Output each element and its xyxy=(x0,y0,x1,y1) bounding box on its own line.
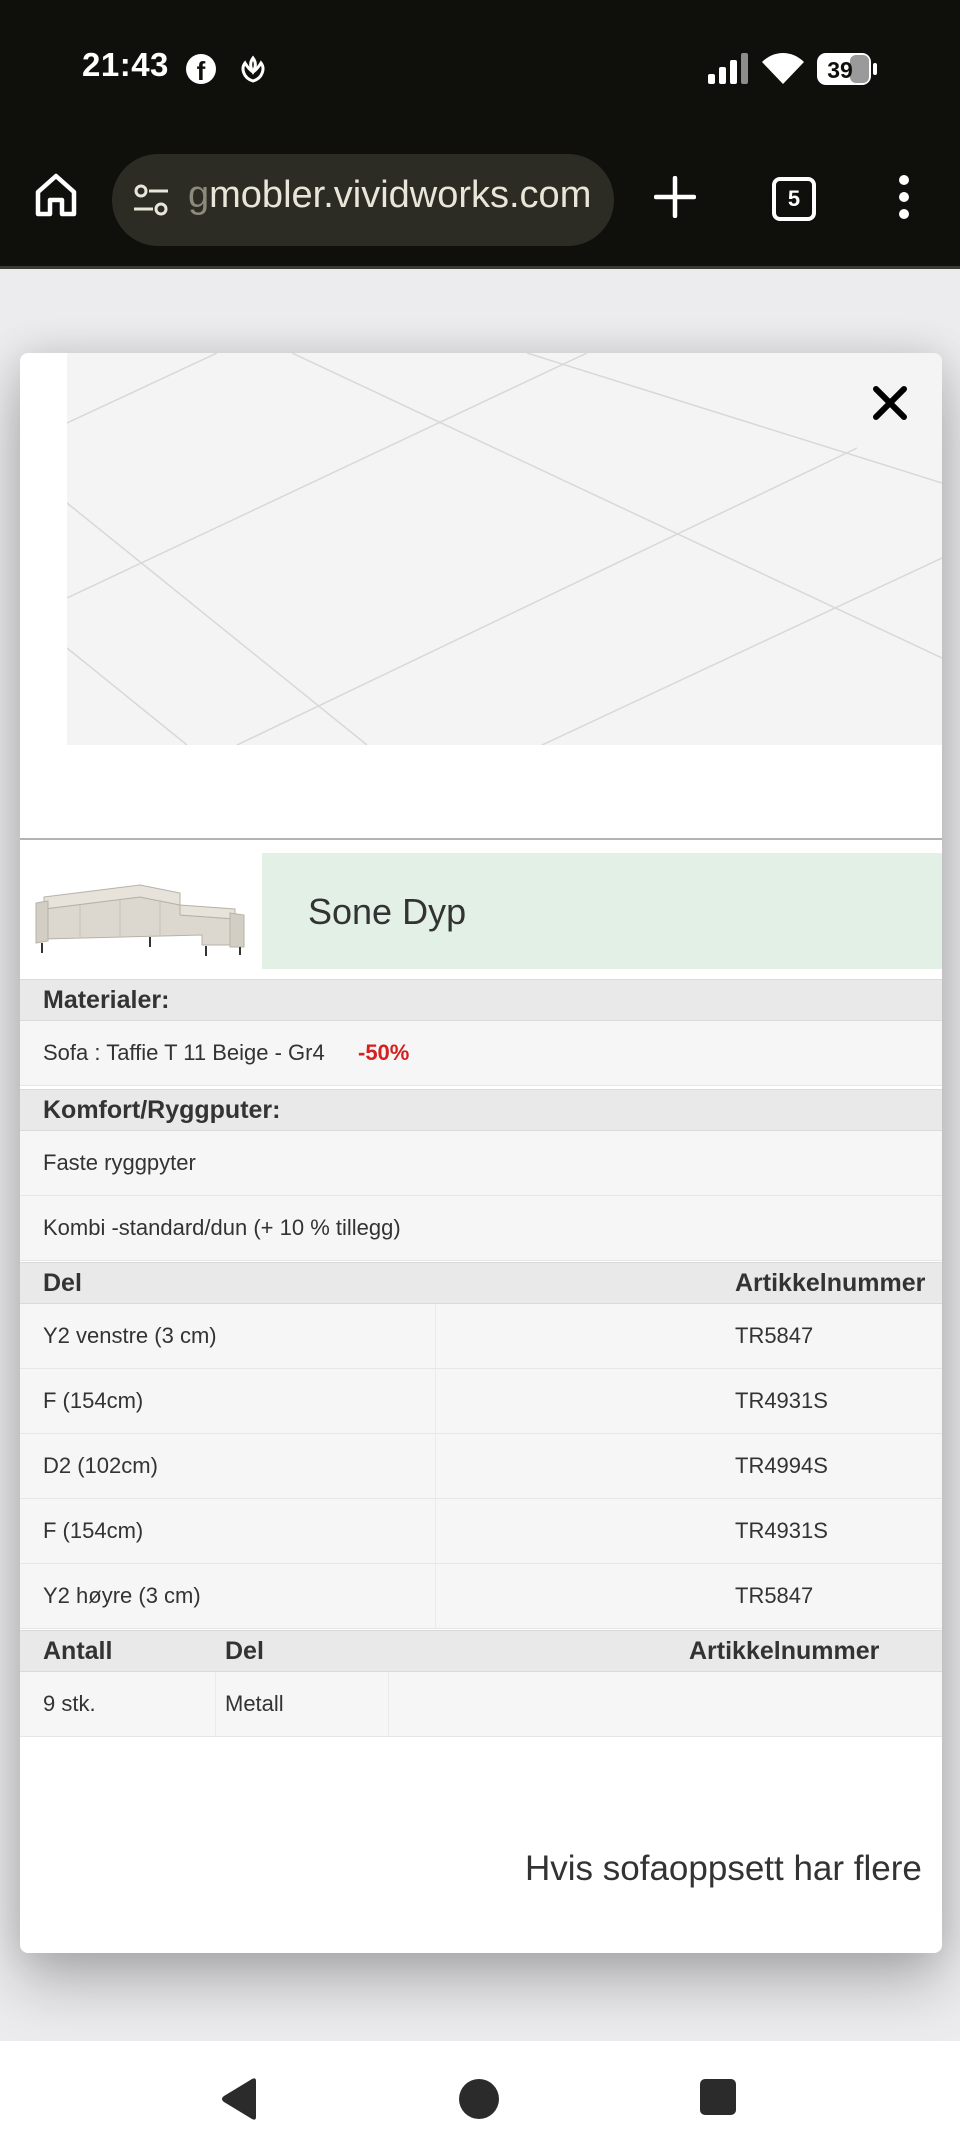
leg-del: Metall xyxy=(225,1691,284,1716)
close-icon[interactable] xyxy=(870,383,910,423)
legs-table-header: Antall Del Artikkelnummer xyxy=(20,1630,942,1672)
new-tab-icon[interactable] xyxy=(654,176,696,218)
legs-col-del: Del xyxy=(225,1637,264,1665)
url-faded-part: g xyxy=(188,174,210,216)
legs-col-art: Artikkelnummer xyxy=(689,1637,880,1665)
battery-level: 39 xyxy=(827,57,853,83)
comfort-row: Kombi -standard/dun (+ 10 % tillegg) xyxy=(20,1196,942,1261)
table-row: 9 stk. Metall xyxy=(20,1672,942,1737)
comfort-item: Kombi -standard/dun (+ 10 % tillegg) xyxy=(43,1215,401,1240)
home-icon[interactable] xyxy=(34,172,78,218)
3d-viewer[interactable] xyxy=(67,353,942,745)
product-name: Sone Dyp xyxy=(308,891,467,932)
comfort-row: Faste ryggpyter xyxy=(20,1131,942,1196)
footnote-text: Hvis sofaoppsett har flere xyxy=(525,1849,922,1888)
part-art: TR4931S xyxy=(735,1518,828,1543)
table-row: F (154cm) TR4931S xyxy=(20,1369,942,1434)
status-time: 21:43 xyxy=(82,46,169,83)
wifi-icon xyxy=(762,53,804,84)
table-row: D2 (102cm) TR4994S xyxy=(20,1434,942,1499)
status-bar: 21:43 f 39 xyxy=(0,0,960,130)
flower-icon xyxy=(241,55,265,83)
url-main-part: mobler.vividworks.com xyxy=(209,174,592,216)
back-icon[interactable] xyxy=(218,2077,260,2121)
comfort-header-label: Komfort/Ryggputer: xyxy=(43,1096,281,1124)
part-del: D2 (102cm) xyxy=(43,1453,158,1478)
recents-icon[interactable] xyxy=(698,2077,738,2117)
part-art: TR5847 xyxy=(735,1323,814,1348)
facebook-icon: f xyxy=(186,54,216,84)
material-name: Sofa : Taffie T 11 Beige - Gr4 xyxy=(43,1040,325,1065)
parts-col-art: Artikkelnummer xyxy=(735,1269,926,1297)
part-del: Y2 høyre (3 cm) xyxy=(43,1583,201,1608)
signal-icon xyxy=(708,53,748,84)
material-row: Sofa : Taffie T 11 Beige - Gr4 -50% xyxy=(20,1021,942,1086)
battery-icon: 39 xyxy=(817,53,877,85)
legs-col-antall: Antall xyxy=(43,1637,113,1665)
part-art: TR4994S xyxy=(735,1453,828,1478)
divider xyxy=(20,838,942,840)
navigation-bar xyxy=(0,2041,960,2155)
browser-toolbar: gmobler.vividworks.com 5 xyxy=(0,130,960,269)
product-thumbnail xyxy=(35,884,245,956)
part-art: TR4931S xyxy=(735,1388,828,1413)
part-art: TR5847 xyxy=(735,1583,814,1608)
url-text[interactable]: gmobler.vividworks.com xyxy=(188,174,591,217)
home-circle-icon[interactable] xyxy=(457,2077,501,2121)
part-del: F (154cm) xyxy=(43,1388,144,1413)
part-del: F (154cm) xyxy=(43,1518,144,1543)
table-row: Y2 venstre (3 cm) TR5847 xyxy=(20,1304,942,1369)
table-row: F (154cm) TR4931S xyxy=(20,1499,942,1564)
comfort-item: Faste ryggpyter xyxy=(43,1150,196,1175)
product-header: Sone Dyp xyxy=(20,853,942,969)
table-row: Y2 høyre (3 cm) TR5847 xyxy=(20,1564,942,1629)
discount-badge: -50% xyxy=(358,1040,410,1065)
menu-icon[interactable] xyxy=(898,174,910,220)
materials-header-label: Materialer: xyxy=(43,986,170,1014)
product-modal: Sone Dyp Materialer: Sofa : Taffie T 11 … xyxy=(20,353,942,1953)
parts-col-del: Del xyxy=(43,1269,82,1297)
site-settings-icon[interactable] xyxy=(132,182,170,218)
address-bar[interactable]: gmobler.vividworks.com xyxy=(112,154,614,246)
page-content: Sone Dyp Materialer: Sofa : Taffie T 11 … xyxy=(0,269,960,2041)
parts-table-header: Del Artikkelnummer xyxy=(20,1262,942,1304)
tab-switcher-icon[interactable]: 5 xyxy=(772,177,816,221)
product-name-box: Sone Dyp xyxy=(262,853,942,969)
leg-antall: 9 stk. xyxy=(43,1691,96,1716)
part-del: Y2 venstre (3 cm) xyxy=(43,1323,217,1348)
materials-header: Materialer: xyxy=(20,979,942,1021)
floor-grid xyxy=(67,353,942,745)
comfort-header: Komfort/Ryggputer: xyxy=(20,1089,942,1131)
